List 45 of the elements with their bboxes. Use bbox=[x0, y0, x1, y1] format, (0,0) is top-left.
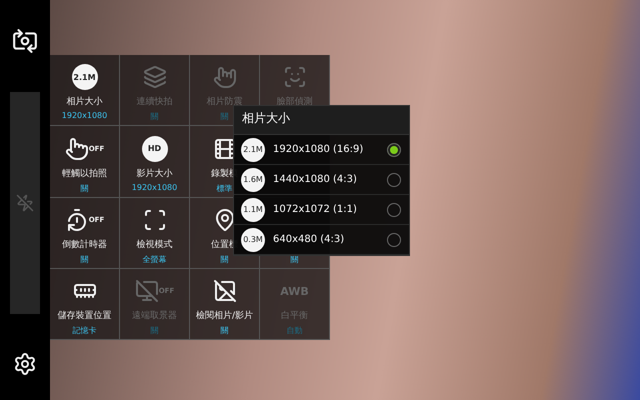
size-option[interactable]: 2.1M 1920x1080 (16:9) bbox=[234, 135, 409, 165]
size-badge: 0.3M bbox=[241, 228, 265, 252]
setting-value: 關 bbox=[220, 325, 228, 335]
setting-value: 記憶卡 bbox=[72, 325, 96, 335]
option-label: 1072x1072 (1:1) bbox=[273, 204, 358, 215]
setting-label[interactable]: 相片大小 bbox=[66, 95, 102, 108]
setting-value: 關 bbox=[80, 254, 88, 264]
size-option[interactable]: 1.1M 1072x1072 (1:1) bbox=[234, 195, 409, 225]
radio-button[interactable] bbox=[387, 232, 401, 246]
option-label: 640x480 (4:3) bbox=[273, 234, 346, 245]
setting-label[interactable]: 輕觸以拍照 bbox=[62, 166, 107, 180]
expand-frame-icon[interactable] bbox=[142, 208, 166, 232]
popup-title: 相片大小 bbox=[234, 106, 409, 135]
image-off-icon[interactable] bbox=[212, 279, 236, 303]
setting-label[interactable]: 倒數計時器 bbox=[62, 238, 107, 251]
settings-icon[interactable] bbox=[13, 352, 37, 376]
setting-value: 自動 bbox=[286, 325, 302, 335]
size-badge: 1.1M bbox=[241, 198, 265, 222]
size-badge[interactable]: HD bbox=[142, 136, 168, 162]
setting-value: 關 bbox=[80, 182, 88, 192]
size-option[interactable]: 0.3M 640x480 (4:3) bbox=[234, 225, 409, 255]
size-badge: 2.1M bbox=[241, 138, 265, 162]
setting-label[interactable]: 影片大小 bbox=[136, 166, 172, 180]
size-option[interactable]: 1.6M 1440x1080 (4:3) bbox=[234, 165, 409, 195]
setting-label[interactable]: 儲存裝置位置 bbox=[58, 309, 112, 322]
option-label: 1920x1080 (16:9) bbox=[273, 144, 364, 155]
setting-value: 關 bbox=[290, 254, 298, 264]
setting-value: 關 bbox=[220, 254, 228, 264]
setting-value: 1920x1080 bbox=[132, 182, 178, 192]
setting-value: 關 bbox=[150, 111, 158, 122]
setting-label[interactable]: 檢視模式 bbox=[136, 238, 172, 251]
size-badge: 1.6M bbox=[241, 168, 265, 192]
setting-label[interactable]: 檢閱相片/影片 bbox=[196, 309, 254, 322]
setting-value: 全螢幕 bbox=[142, 254, 166, 264]
setting-value: 標準 bbox=[216, 182, 232, 192]
size-badge[interactable]: 2.1M bbox=[72, 64, 98, 90]
option-label: 1440x1080 (4:3) bbox=[273, 174, 358, 185]
radio-button[interactable] bbox=[387, 172, 401, 186]
radio-button[interactable] bbox=[387, 142, 401, 156]
tap-hand-icon[interactable] bbox=[64, 136, 89, 160]
setting-value: 關 bbox=[220, 111, 228, 122]
setting-value: 關 bbox=[150, 325, 158, 335]
switch-camera-icon[interactable] bbox=[12, 28, 38, 54]
radio-button[interactable] bbox=[387, 202, 401, 216]
setting-value: 1920x1080 bbox=[62, 111, 108, 122]
